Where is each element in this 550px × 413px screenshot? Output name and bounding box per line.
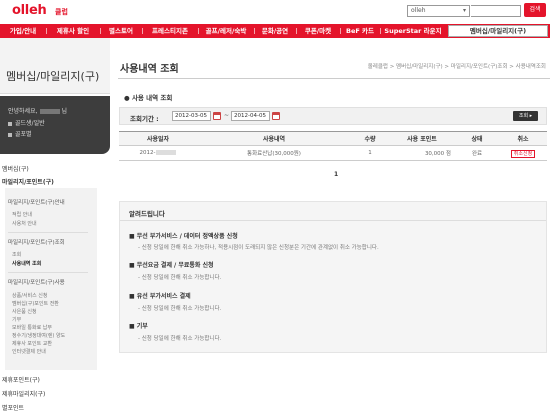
notice-header: 알려드립니다 <box>120 202 546 221</box>
olleh-logo[interactable]: olleh <box>12 3 47 18</box>
notice-item-desc: - 신청 당일에 한해 취소 가능합니다. <box>138 336 222 342</box>
gnb-item-coupon[interactable]: 쿠폰/마켓 <box>298 24 338 38</box>
menu-group-use[interactable]: 마일리지/포인트(구)사용 <box>8 278 65 286</box>
gnb-item-bef-card[interactable]: BeF 카드 <box>342 24 378 38</box>
gnb-item-star-store[interactable]: 별스토어 <box>102 24 140 38</box>
user-points: 골포별 <box>8 129 32 138</box>
menu-item-convert[interactable]: 멤버십(구)포인트 전환 <box>12 300 59 307</box>
nav-divider <box>380 28 381 34</box>
range-tilde: ~ <box>224 112 230 119</box>
menu-partner-mileage[interactable]: 제휴마일리지(구) <box>2 389 45 398</box>
breadcrumb: 올레클럽 > 멤버십/마일리지(구) > 마일리지/포인트(구)조회 > 사용내… <box>367 64 546 70</box>
calendar-icon[interactable] <box>213 112 221 120</box>
table-header-row: 사용일자 사용내역 수량 사용 포인트 상태 취소 <box>119 131 547 146</box>
cell-quantity: 1 <box>351 145 389 161</box>
redacted-name <box>39 109 60 114</box>
col-points: 사용 포인트 <box>389 131 455 146</box>
menu-item-product[interactable]: 상품/서비스 신청 <box>12 292 47 299</box>
date-from-input[interactable]: 2012-03-05 <box>172 111 211 121</box>
nav-divider <box>142 28 143 34</box>
cell-description: 통화료산납(30,000원) <box>197 145 351 161</box>
col-status: 상태 <box>455 131 499 146</box>
top-bar: olleh 클럽 olleh ▾ 검색 <box>0 0 550 24</box>
col-cancel: 취소 <box>499 131 547 146</box>
notice-item-title: ■ 무선 부가서비스 / 데이터 정액상품 신청 <box>129 233 238 240</box>
user-greeting: 안녕하세요, 님 <box>8 108 68 115</box>
period-label: 조회기간 : <box>130 115 159 123</box>
nav-divider <box>198 28 199 34</box>
gnb-item-join[interactable]: 가입/안내 <box>2 24 44 38</box>
redacted-date <box>156 150 177 155</box>
menu-item-internet-payment[interactable]: 인터넷결제 안내 <box>12 348 46 355</box>
gnb-item-membership[interactable]: 멤버십/마일리지(구) <box>448 25 548 37</box>
menu-item-transfer[interactable]: 정수기/냉정대여(렌) 양도 <box>12 332 65 339</box>
gnb-item-culture[interactable]: 문화/공연 <box>256 24 294 38</box>
sidebar-title: 멤버십/마일리지(구) <box>6 70 100 83</box>
menu-group-inquiry[interactable]: 마일리지/포인트(구)조회 <box>8 238 65 246</box>
date-to-input[interactable]: 2012-04-05 <box>231 111 270 121</box>
col-quantity: 수량 <box>351 131 389 146</box>
cell-status: 완료 <box>455 145 499 161</box>
bullet-icon <box>8 132 12 137</box>
search-button[interactable]: 검색 <box>524 3 546 17</box>
menu-item-usage-guide[interactable]: 사용처 안내 <box>12 220 37 227</box>
calendar-icon[interactable] <box>272 112 280 120</box>
cell-points: 30,000 점 <box>389 145 455 161</box>
table-row: 2012- 통화료산납(30,000원) 1 30,000 점 완료 취소신청 <box>119 145 547 161</box>
usage-table: 사용일자 사용내역 수량 사용 포인트 상태 취소 2012- 통화료산납(30… <box>119 131 547 161</box>
cancel-request-button[interactable]: 취소신청 <box>510 149 536 158</box>
menu-divider <box>8 232 88 233</box>
menu-item-usage-history[interactable]: 사용내역 조회 <box>12 260 41 267</box>
bullet-icon <box>8 121 12 126</box>
menu-item-inquiry[interactable]: 조회 <box>12 251 21 258</box>
notice-item-title: ■ 기부 <box>129 323 148 330</box>
search-input[interactable] <box>471 5 521 17</box>
title-divider <box>118 78 550 79</box>
sidebar-title-box: 멤버십/마일리지(구) <box>0 38 110 94</box>
col-description: 사용내역 <box>197 131 351 146</box>
menu-item-mobile-bill[interactable]: 모바일 통화료 납부 <box>12 324 52 331</box>
search-select[interactable]: olleh ▾ <box>407 5 470 17</box>
nav-divider <box>100 28 101 34</box>
gnb-item-partner-discount[interactable]: 제휴사 할인 <box>48 24 98 38</box>
nav-divider <box>254 28 255 34</box>
nav-divider <box>340 28 341 34</box>
chevron-down-icon: ▾ <box>462 7 466 14</box>
notice-item-desc: - 신청 당일에 한해 취소 가능합니다. <box>138 306 222 312</box>
gnb-item-golf[interactable]: 골프/레저/숙박 <box>200 24 252 38</box>
user-grade: 골드생/일반 <box>8 118 45 127</box>
user-info-box: 안녕하세요, 님 골드생/일반 골포별 <box>0 96 110 154</box>
notice-title: 알려드립니다 <box>129 210 165 218</box>
col-date: 사용일자 <box>119 131 197 146</box>
notice-item-title: ■ 무선요금 결제 / 무료통화 신청 <box>129 262 214 269</box>
query-button[interactable]: 조회 ▸ <box>513 111 538 121</box>
search-select-value: olleh <box>411 7 426 14</box>
menu-item-partner-exchange[interactable]: 제휴사 포인트 교환 <box>12 340 52 347</box>
cell-cancel: 취소신청 <box>499 145 547 161</box>
nav-divider <box>46 28 47 34</box>
section-title: ● 사용 내역 조회 <box>124 94 173 102</box>
cell-date: 2012- <box>119 145 197 161</box>
nav-divider <box>296 28 297 34</box>
gnb-item-prestige[interactable]: 프레스티지존 <box>144 24 196 38</box>
notice-box: 알려드립니다 ■ 무선 부가서비스 / 데이터 정액상품 신청 - 신청 당일에… <box>119 201 547 353</box>
notice-item-title: ■ 유선 부가서비스 결제 <box>129 293 191 300</box>
notice-item-desc: - 신청 당일에 한해 취소 가능합니다. <box>138 275 222 281</box>
global-nav: 가입/안내 제휴사 할인 별스토어 프레스티지존 골프/레저/숙박 문화/공연 … <box>0 24 550 38</box>
menu-star-point[interactable]: 별포인트 <box>2 403 24 412</box>
menu-membership[interactable]: 멤버십(구) <box>2 164 29 173</box>
page-title: 사용내역 조회 <box>120 64 179 75</box>
menu-item-donate[interactable]: 기부 <box>12 316 21 323</box>
menu-group-guide[interactable]: 마일리지/포인트(구)안내 <box>8 198 65 206</box>
period-filter: 조회기간 : 2012-03-05 ~ 2012-04-05 조회 ▸ <box>119 107 547 125</box>
page-number[interactable]: 1 <box>334 171 338 178</box>
notice-item-desc: - 신청 당일에 한해 취소 가능하나, 적용시점이 도래되지 않은 신청분은 … <box>138 245 379 251</box>
gnb-item-superstar[interactable]: SuperStar 라운지 <box>382 24 444 38</box>
club-label[interactable]: 클럽 <box>55 7 68 17</box>
menu-divider <box>8 272 88 273</box>
menu-item-gift[interactable]: 사은품 신청 <box>12 308 37 315</box>
menu-mileage[interactable]: 마일리지/포인트(구) <box>2 177 54 186</box>
menu-item-earn-guide[interactable]: 적립 안내 <box>12 211 32 218</box>
menu-partner-points[interactable]: 제휴포인트(구) <box>2 375 40 384</box>
